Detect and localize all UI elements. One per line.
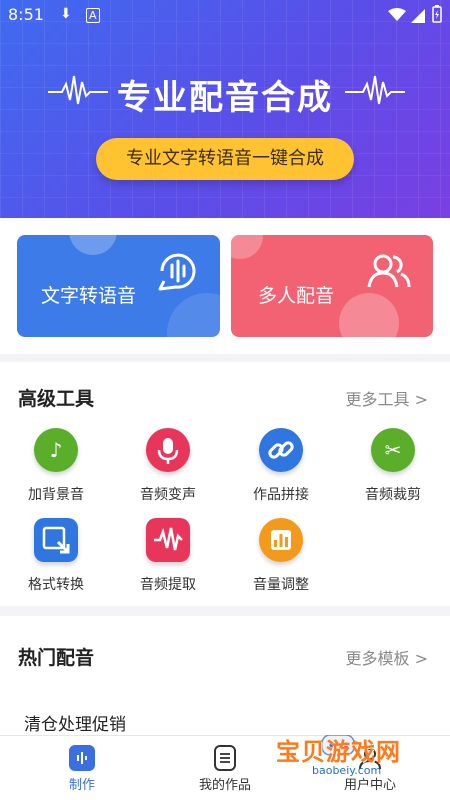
people-icon	[367, 254, 411, 288]
nav-item-make[interactable]: 制作	[7, 736, 157, 800]
download-icon: ⬇	[60, 6, 72, 22]
status-time: 8:51	[8, 5, 44, 24]
tool-label: 音频裁剪	[365, 487, 421, 503]
waveform-right-icon	[345, 75, 405, 105]
more-templates-link[interactable]: 更多模板 >	[346, 645, 429, 669]
make-icon	[69, 745, 95, 771]
tool-label: 格式转换	[28, 577, 84, 593]
mic-bubble-icon	[158, 253, 196, 291]
scissors-icon: ✂	[371, 428, 415, 472]
hero-cta-button[interactable]: 专业文字转语音一键合成	[96, 138, 354, 180]
tts-card-label: 文字转语音	[41, 285, 137, 307]
tool-audio-extract[interactable]: 音频提取	[112, 518, 224, 594]
tools-section-title: 高级工具	[18, 388, 95, 410]
more-tools-link[interactable]: 更多工具 >	[346, 386, 429, 410]
tool-work-splice[interactable]: 作品拼接	[225, 428, 337, 504]
document-icon	[214, 745, 236, 771]
status-bar: 8:51 ⬇ A	[0, 0, 450, 30]
hot-section-title: 热门配音	[18, 647, 95, 669]
decorative-blob	[69, 235, 117, 255]
waveform-icon	[146, 518, 190, 562]
watermark-logo-text: 宝贝游戏网	[276, 738, 401, 766]
tool-voice-change[interactable]: 音频变声	[112, 428, 224, 504]
battery-icon	[432, 5, 442, 23]
multi-voice-card-label: 多人配音	[258, 285, 335, 307]
tts-card[interactable]: 文字转语音	[17, 235, 220, 337]
watermark-url: baobeiy.com	[312, 764, 382, 777]
decorative-blob	[167, 293, 220, 337]
feature-cards: 文字转语音 多人配音	[0, 218, 450, 354]
hero-banner: 8:51 ⬇ A 专业配音合成 专业文字转语音一键合成	[0, 0, 450, 218]
convert-icon	[34, 518, 78, 562]
tool-audio-trim[interactable]: ✂ 音频裁剪	[337, 428, 449, 504]
wifi-icon	[388, 8, 406, 21]
decorative-blob	[339, 293, 399, 337]
microphone-icon	[146, 428, 190, 472]
music-note-icon: ♪	[34, 428, 78, 472]
tools-section: 高级工具 更多工具 > ♪ 加背景音 音频变声 作品拼接 ✂ 音频裁剪 格式转换…	[0, 362, 450, 606]
tool-format-convert[interactable]: 格式转换	[0, 518, 112, 594]
tool-label: 作品拼接	[253, 487, 309, 503]
multi-voice-card[interactable]: 多人配音	[231, 235, 433, 337]
tool-label: 音量调整	[253, 577, 309, 593]
tool-label: 音频提取	[140, 577, 196, 593]
hot-section: 热门配音 更多模板 > 清仓处理促销	[0, 616, 450, 735]
hot-list-item[interactable]: 清仓处理促销	[24, 710, 126, 735]
link-icon	[259, 428, 303, 472]
tool-label: 加背景音	[28, 487, 84, 503]
decorative-blob	[231, 235, 263, 259]
tool-volume-adjust[interactable]: 音量调整	[225, 518, 337, 594]
app-notification-icon: A	[86, 8, 100, 23]
volume-bars-icon	[259, 518, 303, 562]
nav-label: 制作	[68, 778, 95, 793]
tool-label: 音频变声	[140, 487, 196, 503]
signal-icon	[411, 9, 425, 23]
tool-add-background-music[interactable]: ♪ 加背景音	[0, 428, 112, 504]
